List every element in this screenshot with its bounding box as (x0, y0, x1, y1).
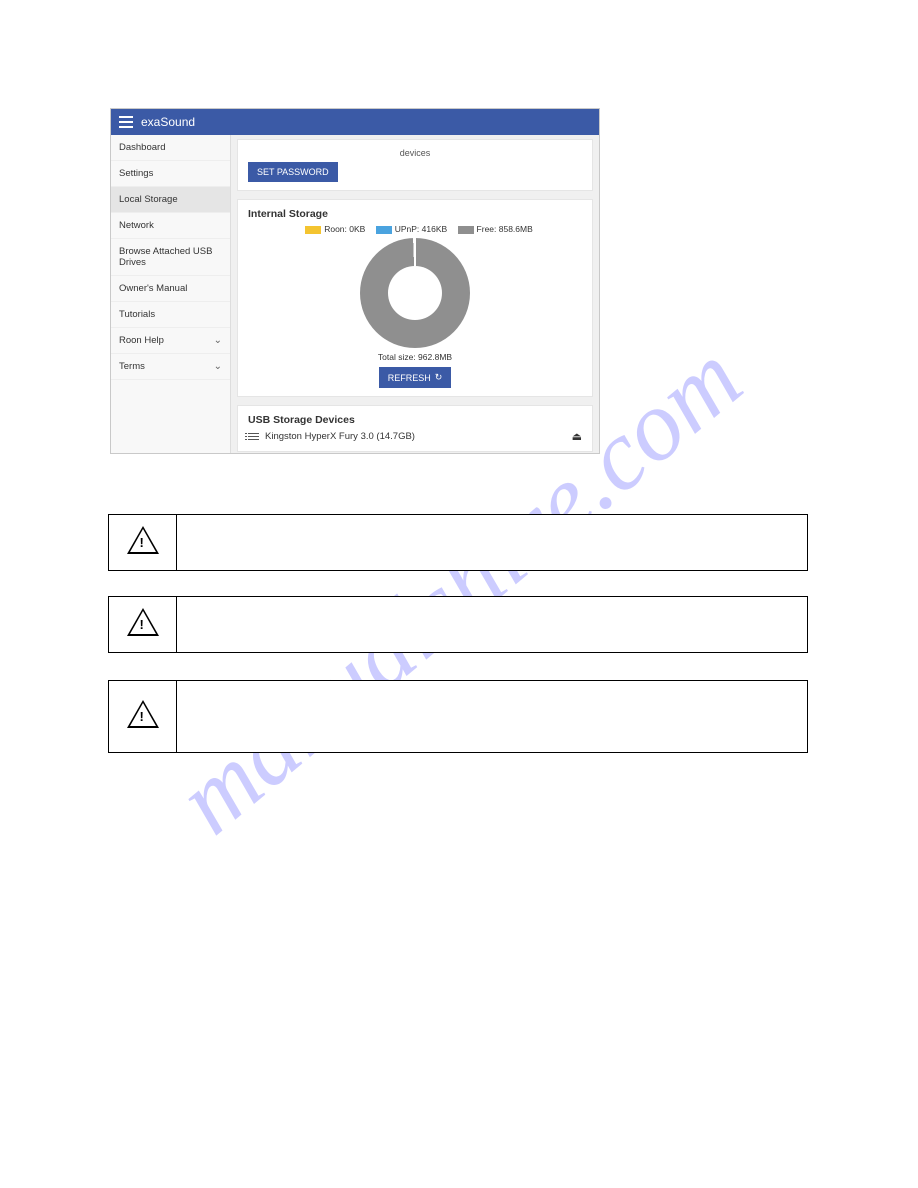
warning-icon: ! (127, 608, 159, 636)
usb-device-name: Kingston HyperX Fury 3.0 (14.7GB) (265, 431, 415, 442)
sidebar-item-settings[interactable]: Settings (111, 161, 230, 187)
donut-chart (360, 238, 470, 348)
storage-legend: Roon: 0KB UPnP: 416KB Free: 858.6MB (248, 224, 582, 234)
donut-chart-wrap: Total size: 962.8MB REFRESH ↻ (248, 238, 582, 388)
card-internal-storage: Internal Storage Roon: 0KB UPnP: 416KB F… (237, 199, 593, 397)
content-area: devices SET PASSWORD Internal Storage Ro… (231, 135, 599, 453)
sidebar-item-label: Tutorials (119, 309, 155, 320)
app-brand: exaSound (141, 115, 195, 129)
legend-swatch-upnp (376, 226, 392, 234)
sidebar-item-label: Roon Help (119, 335, 164, 346)
note-icon-cell: ! (109, 515, 177, 571)
note-table-2: ! (108, 596, 808, 653)
legend-free: Free: 858.6MB (477, 224, 533, 234)
total-size: Total size: 962.8MB (248, 352, 582, 362)
sidebar-item-label: Local Storage (119, 194, 178, 205)
note-table-1: ! (108, 514, 808, 571)
note-icon-cell: ! (109, 597, 177, 653)
chevron-down-icon: ⌄ (214, 361, 222, 372)
usb-devices-title: USB Storage Devices (248, 414, 582, 426)
devices-hint: devices (248, 148, 582, 158)
card-password: devices SET PASSWORD (237, 139, 593, 191)
refresh-button[interactable]: REFRESH ↻ (379, 367, 452, 388)
legend-upnp: UPnP: 416KB (395, 224, 447, 234)
warning-icon: ! (127, 526, 159, 554)
note-table-3: ! (108, 680, 808, 753)
warning-icon: ! (127, 700, 159, 728)
sidebar: Dashboard Settings Local Storage Network… (111, 135, 231, 453)
legend-swatch-free (458, 226, 474, 234)
sidebar-item-label: Settings (119, 168, 153, 179)
eject-icon[interactable]: ⏏ (572, 430, 582, 443)
donut-notch (414, 238, 416, 266)
sidebar-item-owners-manual[interactable]: Owner's Manual (111, 276, 230, 302)
sidebar-item-dashboard[interactable]: Dashboard (111, 135, 230, 161)
sidebar-item-label: Browse Attached USB Drives (119, 246, 222, 268)
set-password-button[interactable]: SET PASSWORD (248, 162, 338, 182)
card-usb-devices: USB Storage Devices Kingston HyperX Fury… (237, 405, 593, 452)
sidebar-item-local-storage[interactable]: Local Storage (111, 187, 230, 213)
sidebar-item-roon-help[interactable]: Roon Help ⌄ (111, 328, 230, 354)
sidebar-item-label: Network (119, 220, 154, 231)
note-text-cell (177, 515, 808, 571)
chevron-down-icon: ⌄ (214, 335, 222, 346)
note-text-cell (177, 597, 808, 653)
note-text-cell (177, 681, 808, 753)
refresh-label: REFRESH (388, 373, 431, 383)
hamburger-icon[interactable] (119, 116, 133, 128)
set-password-label: SET PASSWORD (257, 167, 329, 177)
refresh-icon: ↻ (435, 372, 443, 383)
internal-storage-title: Internal Storage (248, 208, 582, 220)
sidebar-item-label: Dashboard (119, 142, 165, 153)
app-header: exaSound (111, 109, 599, 135)
sidebar-item-label: Terms (119, 361, 145, 372)
legend-roon: Roon: 0KB (324, 224, 365, 234)
sidebar-item-tutorials[interactable]: Tutorials (111, 302, 230, 328)
note-icon-cell: ! (109, 681, 177, 753)
legend-swatch-roon (305, 226, 321, 234)
sidebar-item-label: Owner's Manual (119, 283, 187, 294)
sidebar-item-browse-usb[interactable]: Browse Attached USB Drives (111, 239, 230, 276)
sidebar-item-terms[interactable]: Terms ⌄ (111, 354, 230, 380)
sidebar-item-network[interactable]: Network (111, 213, 230, 239)
list-icon[interactable] (248, 433, 259, 441)
usb-device-row: Kingston HyperX Fury 3.0 (14.7GB) ⏏ (248, 430, 582, 443)
app-window: exaSound Dashboard Settings Local Storag… (110, 108, 600, 454)
